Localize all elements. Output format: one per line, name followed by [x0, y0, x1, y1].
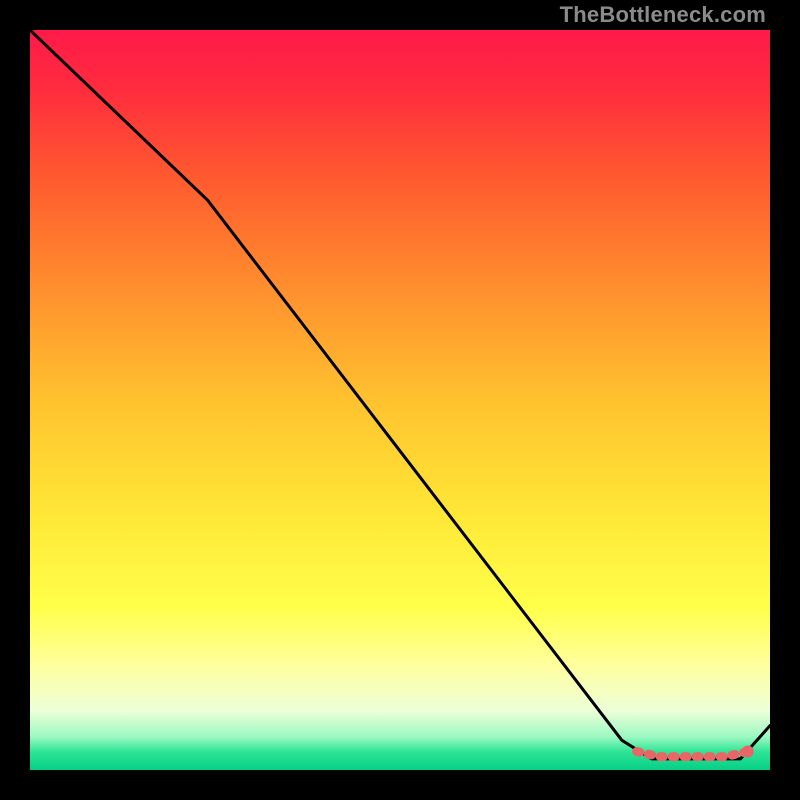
- line-layer: [30, 30, 770, 770]
- watermark-text: TheBottleneck.com: [560, 2, 766, 28]
- end-marker: [742, 746, 754, 758]
- marker-band: [637, 752, 748, 757]
- bottleneck-curve: [30, 30, 770, 759]
- chart-root: TheBottleneck.com: [0, 0, 800, 800]
- plot-area: [30, 30, 770, 770]
